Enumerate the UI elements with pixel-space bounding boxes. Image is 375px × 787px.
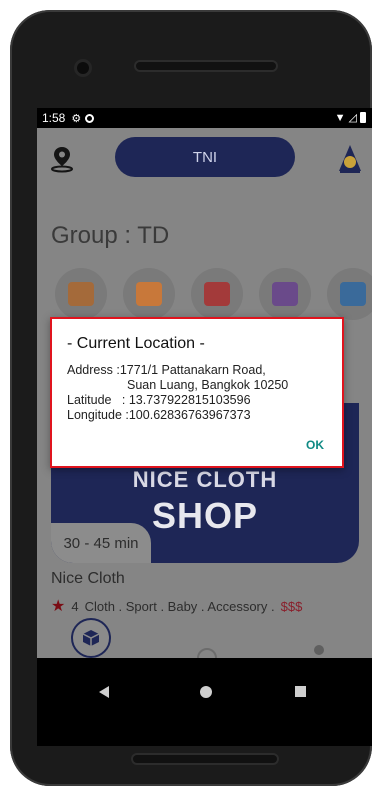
address-row: Address : 1771/1 Pattanakarn Road, <box>67 363 288 378</box>
star-icon: ★ <box>51 598 66 615</box>
status-bar: 1:58 ⚙ ▼ ◿ <box>37 108 372 128</box>
signal-icon: ◿ <box>348 112 357 124</box>
address-line2: Suan Luang, Bangkok 10250 <box>127 378 289 392</box>
address-label: Address : <box>67 363 120 377</box>
clothing-icon <box>68 282 94 306</box>
shop-price-level: $$$ <box>280 598 303 614</box>
status-time: 1:58 <box>42 111 66 125</box>
shop-meta-row: ★ 4 Cloth . Sport . Baby . Accessory . $… <box>51 596 302 616</box>
longitude-value: 100.62836763967373 <box>128 408 251 422</box>
category-row <box>55 268 372 320</box>
recents-icon[interactable] <box>295 686 306 697</box>
category-clothing[interactable] <box>55 268 107 320</box>
status-right: ▼ ◿ <box>335 111 366 124</box>
delivery-time-badge: 30 - 45 min <box>51 523 151 563</box>
cabinet-icon <box>204 282 230 306</box>
latitude-row: Latitude : 13.737922815103596 <box>67 393 288 408</box>
location-dialog: - Current Location - Address : 1771/1 Pa… <box>50 317 344 468</box>
back-icon[interactable] <box>99 686 109 698</box>
baby-onesie-icon <box>272 282 298 306</box>
longitude-label: Longitude : <box>67 408 129 422</box>
address-row-2: Suan Luang, Bangkok 10250 <box>67 378 288 393</box>
shoes-bag-icon <box>136 282 162 306</box>
box-icon <box>82 630 100 646</box>
category-cabinet[interactable] <box>191 268 243 320</box>
category-baby[interactable] <box>259 268 311 320</box>
tni-label: TNI <box>192 148 218 166</box>
location-pin-icon[interactable] <box>47 144 77 174</box>
group-title: Group : TD <box>51 222 170 249</box>
shop-tags: Cloth . Sport . Baby . Accessory . <box>84 598 275 614</box>
category-shoes-bags[interactable] <box>123 268 175 320</box>
accessory-icon <box>340 282 366 306</box>
home-icon[interactable] <box>200 686 212 698</box>
home-box-button[interactable] <box>71 618 111 658</box>
tni-header-button[interactable]: TNI <box>115 137 295 177</box>
ok-button[interactable]: OK <box>306 438 324 452</box>
wifi-icon: ▼ <box>334 111 346 124</box>
tni-logo-icon <box>339 145 361 173</box>
battery-icon <box>360 112 366 123</box>
address-line1: 1771/1 Pattanakarn Road, <box>119 363 266 377</box>
banner-line1: NICE CLOTH <box>132 467 278 492</box>
shop-rating: 4 <box>71 598 79 614</box>
front-camera <box>77 62 89 74</box>
latitude-label: Latitude : <box>67 393 129 407</box>
settings-gear-icon: ⚙ <box>71 112 82 125</box>
dialog-body: Address : 1771/1 Pattanakarn Road, Suan … <box>67 363 288 423</box>
dialog-title: - Current Location - <box>67 335 205 352</box>
shop-name[interactable]: Nice Cloth <box>51 570 125 588</box>
earpiece-speaker <box>136 62 276 70</box>
bottom-speaker <box>133 755 277 763</box>
sync-icon <box>85 113 95 123</box>
longitude-row: Longitude : 100.62836763967373 <box>67 408 288 423</box>
category-accessory[interactable] <box>327 268 372 320</box>
android-nav-bar <box>37 658 372 746</box>
latitude-value: 13.737922815103596 <box>128 393 251 407</box>
